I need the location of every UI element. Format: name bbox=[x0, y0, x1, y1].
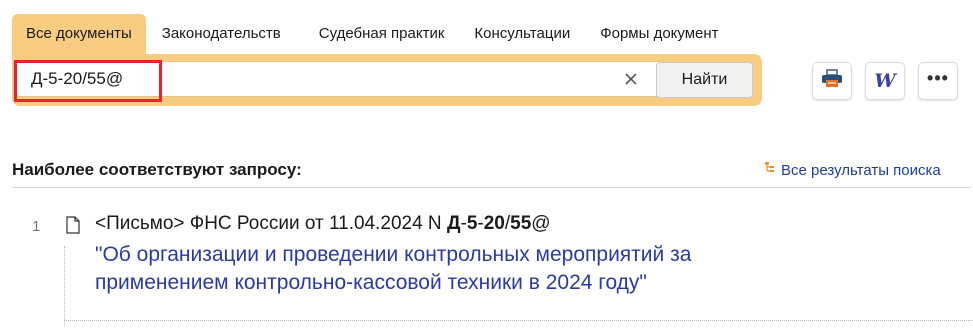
more-dots-icon: ••• bbox=[927, 68, 949, 88]
divider bbox=[12, 187, 970, 188]
clear-icon[interactable] bbox=[623, 71, 639, 87]
all-results-label: Все результаты поиска bbox=[781, 162, 941, 179]
result-meta: <Письмо> ФНС России от 11.04.2024 N Д-5-… bbox=[95, 213, 551, 235]
search-input[interactable] bbox=[31, 62, 591, 96]
code-part: 55 bbox=[510, 213, 532, 234]
dotted-guide bbox=[64, 246, 66, 326]
list-tree-icon bbox=[764, 161, 778, 180]
search-tabs: Все документы Законодательств Судебная п… bbox=[12, 14, 735, 54]
search-field bbox=[16, 61, 661, 97]
result-meta-prefix: <Письмо> ФНС России от 11.04.2024 N bbox=[95, 213, 447, 234]
tab-court-practice[interactable]: Судебная практик bbox=[303, 14, 459, 54]
document-icon bbox=[66, 216, 80, 239]
printer-icon bbox=[821, 68, 843, 94]
results-heading: Наиболее соответствуют запросу: bbox=[12, 160, 302, 179]
search-bar: Найти bbox=[12, 54, 762, 106]
tab-document-forms[interactable]: Формы документ bbox=[584, 14, 734, 54]
result-number: 1 bbox=[32, 218, 41, 235]
code-part: Д bbox=[446, 213, 461, 234]
code-part: 20 bbox=[483, 213, 505, 234]
code-part: @ bbox=[531, 213, 551, 234]
find-button[interactable]: Найти bbox=[656, 62, 753, 98]
word-export-icon: W bbox=[874, 69, 896, 92]
print-button[interactable] bbox=[812, 62, 852, 100]
result-title-link[interactable]: "Об организации и проведении контрольных… bbox=[95, 241, 815, 297]
tab-all-documents[interactable]: Все документы bbox=[12, 14, 146, 54]
word-export-button[interactable]: W bbox=[865, 62, 905, 100]
dotted-separator bbox=[64, 320, 973, 322]
tab-consultations[interactable]: Консультации bbox=[458, 14, 584, 54]
more-button[interactable]: ••• bbox=[918, 62, 958, 100]
all-results-link[interactable]: Все результаты поиска bbox=[764, 161, 941, 180]
code-part: 5 bbox=[466, 213, 478, 234]
tab-legislation[interactable]: Законодательств bbox=[146, 14, 303, 54]
